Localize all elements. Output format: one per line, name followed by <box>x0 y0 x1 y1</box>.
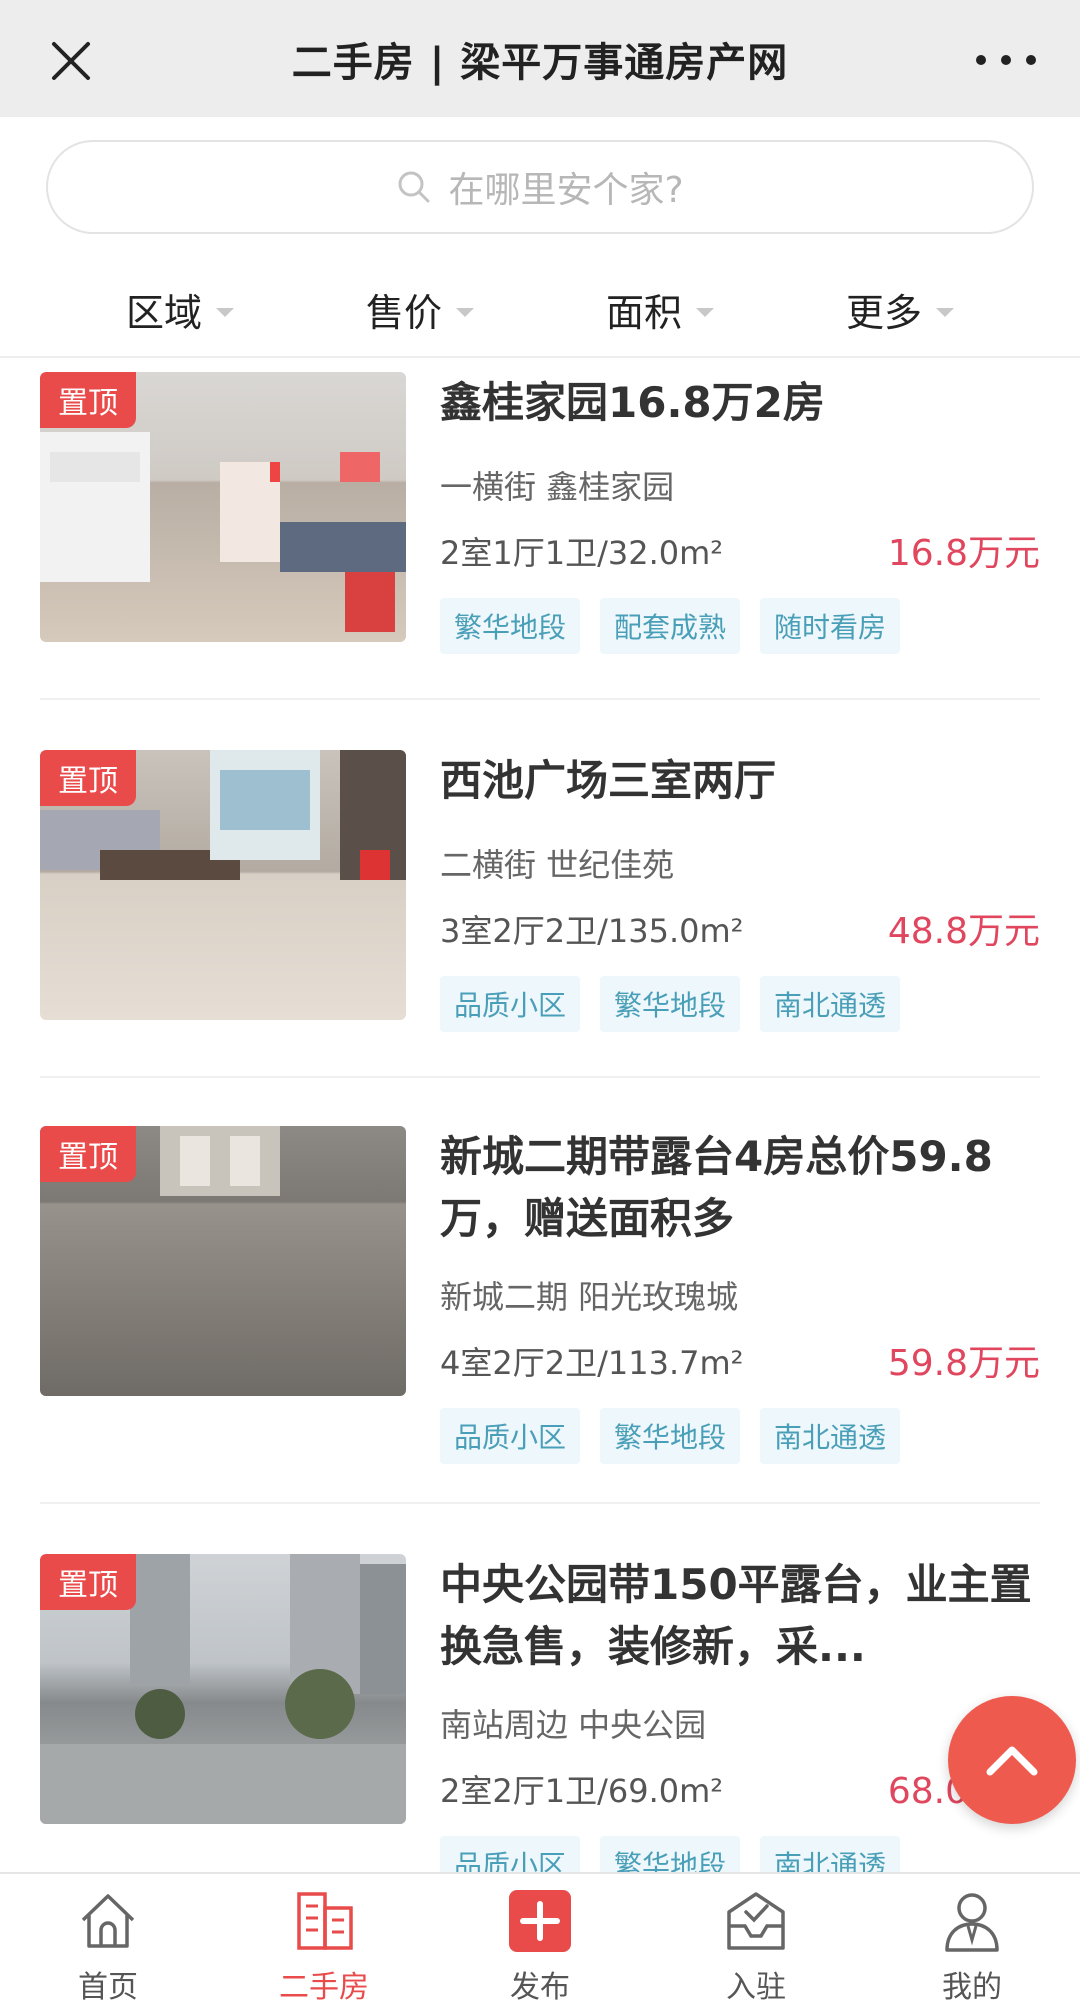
listing-price: 59.8万元 <box>887 1343 1040 1384</box>
title-bar: 二手房 | 梁平万事通房产网 <box>0 0 1080 117</box>
tag: 配套成熟 <box>600 598 741 654</box>
tag: 繁华地段 <box>600 1408 741 1464</box>
tag-list: 品质小区 繁华地段 南北通透 <box>440 1408 901 1464</box>
search-icon <box>398 171 430 203</box>
bottom-tab-bar: 首页 二手房 发布 入驻 我的 <box>0 1872 1080 2008</box>
tag: 随时看房 <box>760 598 901 654</box>
filter-more[interactable]: 更多 <box>780 262 1020 356</box>
listing-photo: 置顶 <box>40 750 406 1020</box>
listing-price: 48.8万元 <box>887 911 1040 952</box>
tag-list: 品质小区 繁华地段 南北通透 <box>440 976 901 1032</box>
listing-card[interactable]: 置顶 西池广场三室两厅 二横街 世纪佳苑 3室2厅2卫/135.0m² 48.8… <box>40 750 1040 1050</box>
listing-address: 二横街 世纪佳苑 <box>440 846 675 884</box>
tag: 品质小区 <box>440 976 581 1032</box>
divider <box>40 1502 1040 1504</box>
listing-photo: 置顶 <box>40 372 406 642</box>
tag: 繁华地段 <box>600 976 741 1032</box>
tab-home[interactable]: 首页 <box>0 1874 216 2008</box>
filter-label: 售价 <box>365 290 442 335</box>
listing-card[interactable]: 置顶 中央公园带150平露台，业主置换急售，装修新，采... 南站周边 中央公园… <box>40 1554 1040 1892</box>
user-icon <box>945 1893 999 1952</box>
listing-photo: 置顶 <box>40 1126 406 1396</box>
listing-card[interactable]: 置顶 新城二期带露台4房总价59.8万，赠送面积多 新城二期 阳光玫瑰城 4室2… <box>40 1126 1040 1486</box>
listing-title: 中央公园带150平露台，业主置换急售，装修新，采... <box>440 1560 1032 1671</box>
pinned-badge: 置顶 <box>40 372 136 428</box>
listing-title: 鑫桂家园16.8万2房 <box>440 378 825 427</box>
filter-label: 面积 <box>605 290 682 335</box>
tab-mine[interactable]: 我的 <box>864 1874 1080 2008</box>
listing-spec: 2室1厅1卫/32.0m² <box>440 534 724 572</box>
listing-title: 西池广场三室两厅 <box>440 756 777 805</box>
tab-label: 我的 <box>942 1970 1002 2005</box>
caret-down-icon <box>936 307 954 317</box>
pinned-badge: 置顶 <box>40 1554 136 1610</box>
page-title: 二手房 | 梁平万事通房产网 <box>291 39 789 86</box>
filter-bar: 区域 售价 面积 更多 <box>0 262 1080 358</box>
filter-label: 区域 <box>125 290 202 335</box>
chevron-up-icon <box>986 1746 1038 1776</box>
tag: 品质小区 <box>440 1408 581 1464</box>
home-icon <box>81 1894 135 1948</box>
listing-spec: 3室2厅2卫/135.0m² <box>440 912 744 950</box>
tag: 南北通透 <box>760 976 901 1032</box>
tab-label: 二手房 <box>279 1970 369 2005</box>
listing-spec: 2室2厅1卫/69.0m² <box>440 1772 724 1810</box>
caret-down-icon <box>216 307 234 317</box>
more-dot <box>1026 55 1036 65</box>
plus-icon <box>509 1890 571 1952</box>
listing-address: 新城二期 阳光玫瑰城 <box>440 1278 739 1316</box>
caret-down-icon <box>696 307 714 317</box>
search-input[interactable]: 在哪里安个家? <box>46 140 1034 234</box>
listing-title: 新城二期带露台4房总价59.8万，赠送面积多 <box>440 1132 993 1243</box>
tag: 南北通透 <box>760 1408 901 1464</box>
close-icon[interactable] <box>46 36 96 86</box>
listing-address: 一横街 鑫桂家园 <box>440 468 675 506</box>
divider <box>40 1076 1040 1078</box>
divider <box>40 698 1040 700</box>
listing-price: 16.8万元 <box>887 533 1040 574</box>
filter-region[interactable]: 区域 <box>60 262 300 356</box>
listing-photo: 置顶 <box>40 1554 406 1824</box>
more-dot <box>976 55 986 65</box>
listing-spec: 4室2厅2卫/113.7m² <box>440 1344 744 1382</box>
filter-area[interactable]: 面积 <box>540 262 780 356</box>
inbox-check-icon <box>727 1892 785 1950</box>
tag-list: 繁华地段 配套成熟 随时看房 <box>440 598 901 654</box>
tab-label: 发布 <box>510 1970 570 2005</box>
tab-label: 首页 <box>78 1970 138 2005</box>
search-placeholder: 在哪里安个家? <box>448 170 684 211</box>
more-dot <box>1001 55 1011 65</box>
building-icon <box>297 1892 353 1950</box>
tab-label: 入驻 <box>726 1970 786 2005</box>
caret-down-icon <box>456 307 474 317</box>
tag: 繁华地段 <box>440 598 581 654</box>
pinned-badge: 置顶 <box>40 750 136 806</box>
filter-price[interactable]: 售价 <box>300 262 540 356</box>
filter-label: 更多 <box>845 290 922 335</box>
tab-join[interactable]: 入驻 <box>648 1874 864 2008</box>
listing-card[interactable]: 置顶 鑫桂家园16.8万2房 一横街 鑫桂家园 2室1厅1卫/32.0m² 16… <box>40 372 1040 672</box>
tab-publish[interactable]: 发布 <box>432 1874 648 2008</box>
pinned-badge: 置顶 <box>40 1126 136 1182</box>
tab-second-hand[interactable]: 二手房 <box>216 1874 432 2008</box>
listing-address: 南站周边 中央公园 <box>440 1706 707 1744</box>
more-icon[interactable] <box>976 40 1036 80</box>
scroll-to-top-button[interactable] <box>948 1696 1076 1824</box>
